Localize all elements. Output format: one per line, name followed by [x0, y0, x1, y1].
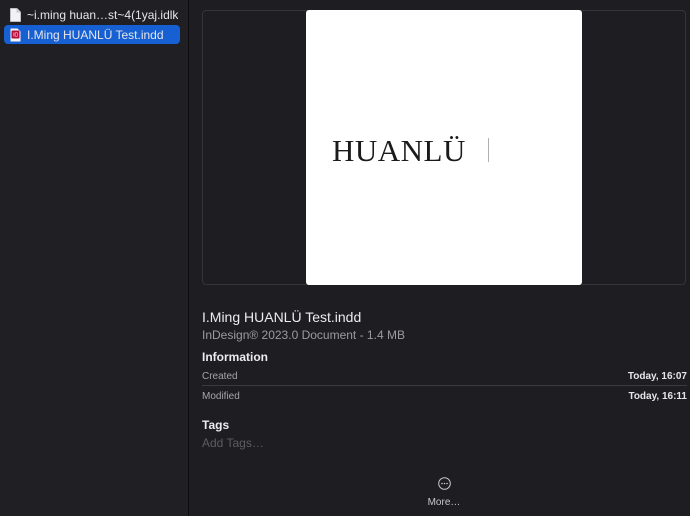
file-item-indd[interactable]: I.Ming HUANLÜ Test.indd [4, 25, 180, 44]
text-cursor [488, 138, 489, 162]
information-heading: Information [202, 350, 268, 364]
add-tags-field[interactable]: Add Tags… [202, 436, 264, 450]
file-item-label: ~i.ming huan…st~4(1yaj.idlk [27, 7, 179, 22]
info-row-modified: Modified Today, 16:11 [202, 391, 687, 409]
detail-pane: HUANLÜ I.Ming HUANLÜ Test.indd InDesign®… [189, 0, 690, 516]
more-button[interactable]: More… [414, 477, 474, 508]
ellipsis-circle-icon [437, 477, 451, 490]
info-value: Today, 16:07 [627, 371, 687, 382]
file-title: I.Ming HUANLÜ Test.indd [202, 309, 362, 325]
tags-heading: Tags [202, 418, 230, 432]
file-kind-size: InDesign® 2023.0 Document - 1.4 MB [202, 328, 405, 342]
info-row-created: Created Today, 16:07 [202, 371, 687, 389]
preview-page-text: HUANLÜ [332, 133, 466, 168]
file-item-label: I.Ming HUANLÜ Test.indd [27, 27, 164, 42]
indesign-document-icon [10, 28, 21, 42]
info-divider [202, 385, 687, 386]
info-value: Today, 16:11 [628, 391, 687, 402]
file-item-idlk[interactable]: ~i.ming huan…st~4(1yaj.idlk [4, 5, 180, 24]
info-label: Modified [202, 391, 240, 402]
sidebar: ~i.ming huan…st~4(1yaj.idlk I.Ming HUANL… [0, 0, 188, 516]
more-label: More… [427, 497, 461, 508]
info-label: Created [202, 371, 238, 382]
document-preview: HUANLÜ [306, 10, 582, 285]
generic-document-icon [10, 7, 21, 22]
